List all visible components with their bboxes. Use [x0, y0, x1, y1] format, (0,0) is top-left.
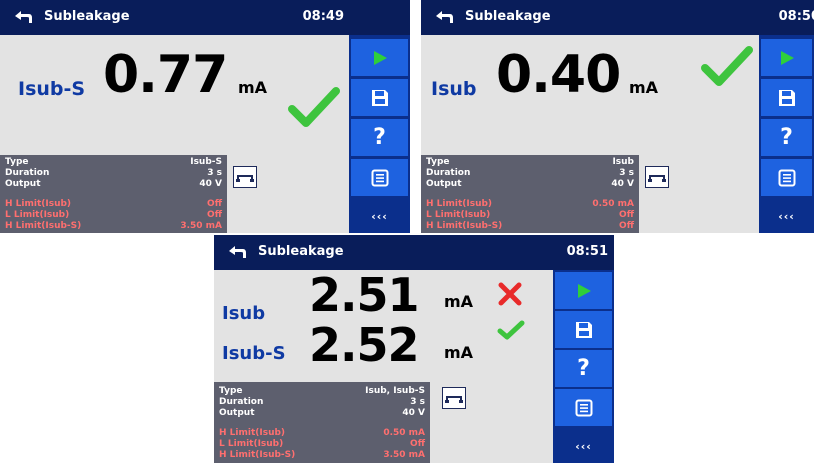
play-icon	[373, 50, 387, 65]
limit-row-h-isub[interactable]: H Limit(Isub) Off	[5, 199, 222, 210]
list-icon	[575, 399, 592, 416]
help-icon: ?	[780, 125, 793, 150]
save-button[interactable]	[351, 79, 408, 116]
back-arrow-icon[interactable]	[433, 8, 455, 26]
save-icon	[778, 89, 795, 106]
param-row-output[interactable]: Output 40 V	[5, 179, 222, 190]
result-label: Isub-S	[18, 78, 86, 100]
help-button[interactable]: ?	[761, 119, 812, 156]
connection-icon[interactable]	[442, 387, 466, 409]
title-bar: Subleakage 08:50	[421, 0, 814, 35]
connection-icon[interactable]	[233, 166, 257, 188]
save-button[interactable]	[555, 311, 612, 348]
back-arrow-icon[interactable]	[226, 243, 248, 261]
screen-1: Subleakage 08:49 Isub-S 0.77 mA Type Isu…	[0, 0, 410, 233]
help-icon: ?	[373, 125, 386, 150]
memory-button[interactable]	[555, 389, 612, 426]
start-button[interactable]	[761, 39, 812, 76]
result-1-label: Isub	[222, 303, 266, 324]
more-options-button[interactable]: ‹‹‹	[555, 430, 612, 463]
save-button[interactable]	[761, 79, 812, 116]
play-icon	[577, 283, 591, 298]
screen-title: Subleakage	[465, 9, 551, 24]
result-value: 0.77	[103, 45, 228, 105]
screen-title: Subleakage	[44, 9, 130, 24]
limit-row-h-isub[interactable]: H Limit(Isub) 0.50 mA	[426, 199, 634, 210]
limit-row-h-isub-s[interactable]: H Limit(Isub-S) Off	[426, 221, 634, 232]
param-row-output[interactable]: Output 40 V	[219, 408, 425, 419]
result-label: Isub	[431, 78, 477, 100]
check-icon	[701, 46, 753, 86]
limit-row-l-isub[interactable]: L Limit(Isub) Off	[5, 210, 222, 221]
action-sidebar: ? ‹‹‹	[553, 270, 614, 463]
param-row-output[interactable]: Output 40 V	[426, 179, 634, 190]
save-icon	[371, 89, 388, 106]
connection-graphic	[445, 396, 463, 403]
connection-graphic	[648, 175, 666, 182]
limit-row-h-isub[interactable]: H Limit(Isub) 0.50 mA	[219, 428, 425, 439]
play-icon	[780, 50, 794, 65]
check-icon	[288, 87, 340, 127]
limit-row-h-isub-s[interactable]: H Limit(Isub-S) 3.50 mA	[219, 450, 425, 461]
result-unit: mA	[629, 78, 659, 97]
start-button[interactable]	[555, 272, 612, 309]
connection-icon[interactable]	[645, 166, 669, 188]
result-2-unit: mA	[444, 343, 474, 362]
param-row-duration[interactable]: Duration 3 s	[426, 168, 634, 179]
clock: 08:51	[566, 244, 608, 259]
result-1-value: 2.51	[309, 268, 419, 322]
limit-row-l-isub[interactable]: L Limit(Isub) Off	[219, 439, 425, 450]
memory-button[interactable]	[761, 159, 812, 196]
cross-icon	[498, 282, 522, 306]
result-2-value: 2.52	[309, 318, 419, 372]
help-button[interactable]: ?	[555, 350, 612, 387]
param-row-duration[interactable]: Duration 3 s	[219, 397, 425, 408]
check-icon	[497, 320, 525, 340]
clock: 08:50	[778, 9, 814, 24]
title-bar: Subleakage 08:51	[214, 235, 614, 270]
limit-row-h-isub-s[interactable]: H Limit(Isub-S) 3.50 mA	[5, 221, 222, 232]
more-options-button[interactable]: ‹‹‹	[351, 200, 408, 233]
action-sidebar: ? ‹‹‹	[759, 35, 814, 233]
screen-3: Subleakage 08:51 Isub 2.51 mA Isub-S 2.5…	[214, 235, 614, 463]
param-row-duration[interactable]: Duration 3 s	[5, 168, 222, 179]
parameter-panel: Type Isub Duration 3 s Output 40 V H Lim…	[421, 155, 639, 233]
screen-2: Subleakage 08:50 Isub 0.40 mA Type Isub …	[421, 0, 814, 233]
action-sidebar: ? ‹‹‹	[349, 35, 410, 233]
result-value: 0.40	[496, 45, 621, 105]
parameter-panel: Type Isub-S Duration 3 s Output 40 V H L…	[0, 155, 227, 233]
result-1-unit: mA	[444, 292, 474, 311]
more-options-button[interactable]: ‹‹‹	[761, 200, 812, 233]
result-2-label: Isub-S	[222, 343, 286, 364]
help-button[interactable]: ?	[351, 119, 408, 156]
clock: 08:49	[302, 9, 344, 24]
param-row-type[interactable]: Type Isub-S	[5, 157, 222, 168]
parameter-panel: Type Isub, Isub-S Duration 3 s Output 40…	[214, 382, 430, 463]
connection-graphic	[236, 175, 254, 182]
back-arrow-icon[interactable]	[12, 8, 34, 26]
memory-button[interactable]	[351, 159, 408, 196]
result-unit: mA	[238, 78, 268, 97]
param-row-type[interactable]: Type Isub, Isub-S	[219, 386, 425, 397]
param-row-type[interactable]: Type Isub	[426, 157, 634, 168]
help-icon: ?	[577, 356, 590, 381]
save-icon	[575, 321, 592, 338]
list-icon	[371, 169, 388, 186]
screen-title: Subleakage	[258, 244, 344, 259]
start-button[interactable]	[351, 39, 408, 76]
limit-row-l-isub[interactable]: L Limit(Isub) Off	[426, 210, 634, 221]
title-bar: Subleakage 08:49	[0, 0, 410, 35]
list-icon	[778, 169, 795, 186]
